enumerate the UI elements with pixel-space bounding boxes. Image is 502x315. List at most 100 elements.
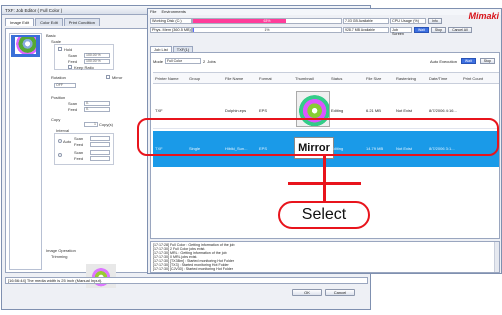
interval-feed-label-2: Feed: [74, 156, 84, 161]
image-edit-panel: Basic Scale Hold Scan 100.00 % Feed 100.…: [5, 28, 148, 288]
selection-highlight-outline: [137, 118, 499, 156]
phys-mem-row: Phys. Mem (360.5 MB) 1% 928.7 MB Availab…: [150, 27, 472, 36]
scale-feed-input[interactable]: 100.00 %: [84, 59, 110, 64]
wait-button[interactable]: Wait: [414, 27, 429, 33]
col-file-size[interactable]: File Size: [366, 76, 381, 81]
position-scan-label: Scan: [68, 101, 78, 106]
position-feed-input[interactable]: 0.: [84, 107, 110, 112]
mimaki-logo: Mimaki: [468, 11, 499, 21]
hold-label: Hold: [64, 47, 73, 52]
mode-bar: Mode Full Color 2 Jobs: [153, 58, 216, 64]
working-disk-row: Working Disk (C:) 63% 7.03 GB Available …: [150, 18, 442, 24]
log-line: [17:17:30] [CJV30] : Started monitoring …: [153, 267, 233, 271]
thumbnail-image: [15, 37, 36, 54]
stop-button[interactable]: Stop: [430, 27, 447, 33]
col-format[interactable]: Format: [259, 76, 272, 81]
section-basic-label: Basic: [46, 33, 56, 38]
log-scrollbar[interactable]: [494, 242, 499, 272]
col-rasterizing[interactable]: Rasterizing: [396, 76, 416, 81]
cpu-usage-label: CPU Usage (%): [390, 18, 426, 24]
ok-button[interactable]: OK: [292, 289, 322, 296]
cell-date-time: 8/7/2006 4:16...: [429, 108, 457, 113]
interval-feed-input-2[interactable]: [90, 156, 110, 161]
trimming-label: Trimming: [51, 254, 68, 259]
cell-rasterizing: Not Exist: [396, 108, 413, 113]
working-disk-percent: 63%: [263, 19, 271, 23]
tab-print-condition[interactable]: Print Condition: [63, 18, 100, 26]
thumbnail-list[interactable]: [9, 33, 42, 270]
cancel-button[interactable]: Cancel: [325, 289, 355, 296]
cell-format: EPS: [259, 108, 268, 113]
dialog-buttons: OK Cancel: [292, 289, 355, 296]
interval-feed-label: Feed: [74, 142, 84, 147]
tab-image-edit[interactable]: Image Edit: [5, 18, 35, 26]
copy-label: Copy: [51, 117, 61, 122]
position-scan-input[interactable]: 0.: [84, 101, 110, 106]
menu-file[interactable]: File: [150, 9, 156, 15]
info-button[interactable]: Info: [428, 18, 442, 24]
keep-ratio-checkbox[interactable]: [68, 65, 72, 69]
mirror-checkbox[interactable]: [106, 75, 110, 79]
col-file-name[interactable]: File Name: [225, 76, 243, 81]
copy-unit: Copy(s): [99, 122, 114, 127]
job-count: 2: [203, 58, 206, 64]
selected-thumbnail[interactable]: [11, 35, 40, 57]
cell-file-name: Dolphin.eps: [225, 108, 247, 113]
log-panel[interactable]: [17:17:28] Full Color : Getting informat…: [150, 241, 500, 273]
status-message: [16:56:44] The media width is 25 inch (M…: [5, 277, 368, 284]
interval-scan-label-2: Scan: [74, 150, 84, 155]
job-screen-label: Job Screen: [390, 27, 412, 36]
copy-input[interactable]: 1: [84, 122, 98, 127]
col-group[interactable]: Group: [189, 76, 200, 81]
mirror-label: Mirror: [112, 75, 123, 80]
scale-scan-label: Scan: [68, 53, 78, 58]
cell-file-size: 6.21 MB: [366, 108, 381, 113]
auto-execution-label: Auto Execution: [430, 58, 457, 64]
keep-ratio-label: Keep Ratio: [74, 65, 94, 70]
mode-select[interactable]: Full Color: [165, 58, 202, 64]
interval-scan-label: Scan: [74, 136, 84, 141]
tab-color-edit[interactable]: Color Edit: [35, 18, 63, 26]
col-thumbnail[interactable]: Thumbnail: [295, 76, 314, 81]
manual-radio[interactable]: [58, 153, 62, 157]
col-date-time[interactable]: Date/Time: [429, 76, 447, 81]
position-label: Position: [51, 95, 66, 100]
col-print-count[interactable]: Print Count: [463, 76, 483, 81]
job-count-unit: Jobs: [207, 58, 216, 64]
trimming-preview: [86, 264, 116, 288]
phys-mem-meter: 1%: [192, 27, 342, 33]
rotation-label: Rotation: [51, 75, 66, 80]
auto-wait-button[interactable]: Wait: [460, 58, 476, 64]
menu-bar: File Environments: [148, 9, 501, 15]
col-status[interactable]: Status: [331, 76, 342, 81]
rotation-select[interactable]: OFF: [54, 83, 76, 88]
working-disk-label: Working Disk (C:): [150, 18, 192, 24]
col-printer-name[interactable]: Printer Name: [155, 76, 179, 81]
phys-mem-label: Phys. Mem (360.5 MB): [150, 27, 192, 33]
working-disk-available: 7.03 GB Available: [343, 18, 389, 24]
job-editor-title-text: TXF: Job Editor ( Full Color ): [5, 7, 63, 13]
cell-status: Editing: [331, 108, 344, 113]
callout-stem: [323, 182, 326, 202]
phys-mem-percent: 1%: [264, 28, 270, 32]
cell-printer: TXF: [155, 108, 163, 113]
interval-scan-input[interactable]: [90, 136, 110, 141]
job-table-header: Printer Name Group File Name Format Thum…: [153, 72, 499, 84]
image-operation-label: Image Operation: [46, 248, 76, 253]
menu-environments[interactable]: Environments: [161, 9, 185, 15]
interval-scan-input-2[interactable]: [90, 150, 110, 155]
mode-label: Mode: [153, 58, 164, 64]
cancel-all-button[interactable]: Cancel All: [448, 27, 472, 33]
phys-mem-available: 928.7 MB Available: [343, 27, 389, 33]
interval-feed-input[interactable]: [90, 142, 110, 147]
select-callout: Select: [278, 201, 370, 229]
auto-label: Auto: [63, 139, 72, 144]
auto-stop-button[interactable]: Stop: [479, 58, 495, 64]
callout-connector: [323, 156, 326, 182]
auto-execution-bar: Auto Execution Wait Stop: [430, 58, 495, 64]
scale-feed-label: Feed: [68, 59, 78, 64]
auto-radio[interactable]: [58, 139, 62, 143]
working-disk-meter: 63%: [192, 18, 342, 24]
hold-checkbox[interactable]: [58, 47, 62, 51]
scale-scan-input[interactable]: 100.00 %: [84, 53, 110, 58]
